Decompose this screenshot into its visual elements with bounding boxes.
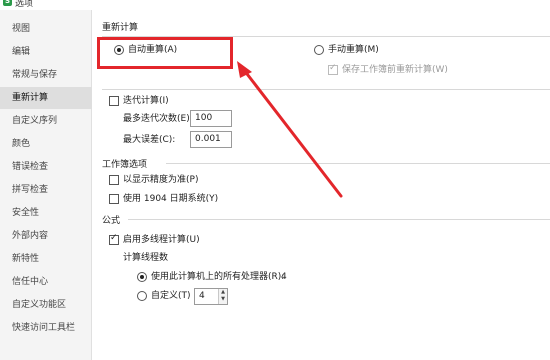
app-logo-icon: S (3, 0, 12, 6)
window-title: 选项 (15, 0, 34, 9)
sidebar-item-external-content[interactable]: 外部内容 (0, 225, 92, 247)
multithread-calc-checkbox[interactable] (109, 233, 119, 245)
sidebar-item-general-save[interactable]: 常规与保存 (0, 64, 92, 86)
processor-count-value: 4 (281, 272, 287, 282)
max-iterations-label: 最多迭代次数(E): (123, 114, 193, 124)
spin-down-icon[interactable]: ▼ (219, 296, 227, 303)
sidebar-item-view[interactable]: 视图 (0, 18, 92, 40)
sidebar-item-new-features[interactable]: 新特性 (0, 248, 92, 270)
spin-up-icon[interactable]: ▲ (219, 289, 227, 296)
custom-threads-value: 4 (199, 291, 205, 301)
iterative-calc-checkbox[interactable] (109, 96, 119, 106)
sidebar-item-quick-access-toolbar[interactable]: 快速访问工具栏 (0, 317, 92, 339)
date-1904-checkbox[interactable] (109, 194, 119, 204)
sidebar-item-error-checking[interactable]: 错误检查 (0, 156, 92, 178)
sidebar-item-color[interactable]: 颜色 (0, 133, 92, 155)
max-change-input[interactable]: 0.001 (190, 131, 232, 148)
use-all-processors-radio[interactable] (137, 272, 147, 282)
manual-recalc-radio[interactable] (314, 45, 324, 55)
sidebar-item-security[interactable]: 安全性 (0, 202, 92, 224)
max-change-label: 最大误差(C): (123, 135, 176, 145)
highlight-annotation-box (97, 37, 233, 69)
sidebar-item-trust-center[interactable]: 信任中心 (0, 271, 92, 293)
custom-threads-label[interactable]: 自定义(T) (151, 290, 191, 302)
workbook-section-title: 工作簿选项 (102, 160, 148, 170)
custom-threads-stepper[interactable]: 4 ▲ ▼ (194, 288, 228, 305)
precision-as-displayed-checkbox[interactable] (109, 175, 119, 185)
section-divider (166, 163, 550, 164)
formula-section-title: 公式 (102, 216, 121, 226)
use-all-processors-label[interactable]: 使用此计算机上的所有处理器(R): (151, 271, 284, 283)
max-iterations-input[interactable]: 100 (190, 110, 232, 127)
manual-recalc-label[interactable]: 手动重算(M) (328, 44, 379, 56)
options-sidebar: 视图 编辑 常规与保存 重新计算 自定义序列 颜色 错误检查 拼写检查 安全性 … (0, 10, 92, 360)
recalc-before-save-label: 保存工作簿前重新计算(W) (342, 65, 448, 75)
custom-threads-radio[interactable] (137, 291, 147, 301)
sidebar-item-customize-ribbon[interactable]: 自定义功能区 (0, 294, 92, 316)
section-divider (102, 89, 550, 90)
section-divider (128, 219, 550, 220)
sidebar-item-edit[interactable]: 编辑 (0, 41, 92, 63)
recalc-section-title: 重新计算 (102, 23, 139, 33)
date-1904-label[interactable]: 使用 1904 日期系统(Y) (123, 193, 218, 205)
iterative-calc-label[interactable]: 迭代计算(I) (123, 95, 169, 107)
sidebar-item-spell-checking[interactable]: 拼写检查 (0, 179, 92, 201)
threads-spin-buttons[interactable]: ▲ ▼ (218, 289, 227, 304)
recalc-before-save-checkbox[interactable] (328, 63, 338, 75)
multithread-calc-label[interactable]: 启用多线程计算(U) (123, 234, 200, 246)
title-bar: S 选项 (0, 0, 550, 10)
sidebar-item-recalculation[interactable]: 重新计算 (0, 87, 92, 109)
sidebar-item-custom-lists[interactable]: 自定义序列 (0, 110, 92, 132)
calc-threads-title: 计算线程数 (123, 253, 169, 263)
precision-as-displayed-label[interactable]: 以显示精度为准(P) (123, 174, 198, 186)
